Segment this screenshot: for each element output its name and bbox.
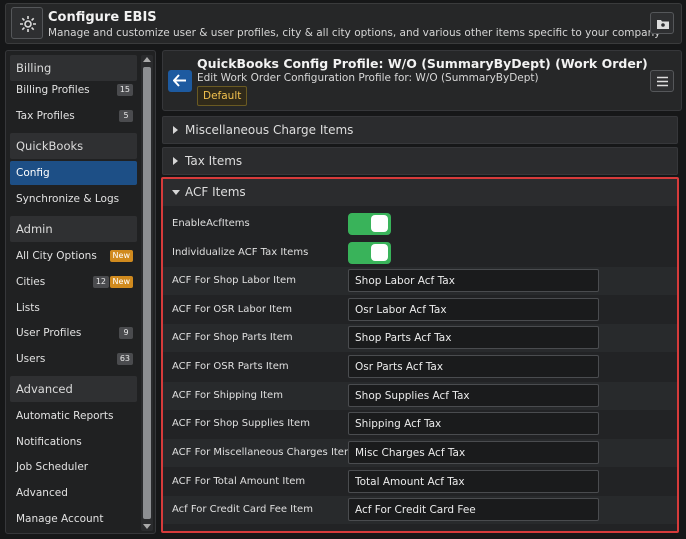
sidebar-item-manage-account[interactable]: Manage Account — [10, 507, 137, 531]
profile-header: QuickBooks Config Profile: W/O (SummaryB… — [162, 50, 682, 111]
form-row: ACF For Shipping Item — [163, 382, 677, 410]
form-row: ACF For OSR Labor Item — [163, 296, 677, 324]
form-row: Acf For Credit Card Fee Item — [163, 496, 677, 524]
form-row: Individualize ACF Tax Items — [163, 239, 677, 267]
acf-items-panel: ACF Items EnableAcfItems Individualize A… — [161, 177, 679, 533]
acf-osr-labor-input[interactable] — [348, 298, 599, 321]
acf-misc-charges-input[interactable] — [348, 441, 599, 464]
acf-shipping-input[interactable] — [348, 384, 599, 407]
form-row: ACF For OSR Parts Item — [163, 353, 677, 381]
acf-total-amount-input[interactable] — [348, 470, 599, 493]
form-row: ACF For Total Amount Item — [163, 468, 677, 496]
acf-shop-parts-input[interactable] — [348, 326, 599, 349]
page-title: Configure EBIS — [48, 10, 157, 25]
back-button[interactable] — [168, 70, 192, 92]
form-row: ACF For Shop Parts Item — [163, 324, 677, 352]
new-badge: New — [109, 250, 133, 262]
folder-search-icon — [657, 20, 669, 29]
individualize-acf-tax-toggle[interactable] — [348, 242, 391, 264]
page-subtitle: Manage and customize user & user profile… — [48, 27, 661, 39]
enable-acf-items-toggle[interactable] — [348, 213, 391, 235]
scroll-down-icon[interactable] — [143, 524, 151, 529]
count-badge: 12 — [92, 276, 109, 288]
acf-credit-card-fee-input[interactable] — [348, 498, 599, 521]
form-row: ACF For Shop Supplies Item — [163, 410, 677, 438]
scroll-thumb[interactable] — [143, 67, 151, 519]
sidebar-item-cities[interactable]: Cities 12 New — [10, 270, 137, 294]
form-row: ACF For Shop Labor Item — [163, 267, 677, 295]
arrow-left-icon — [173, 74, 186, 87]
gear-icon — [11, 7, 43, 39]
form-row: ACF For Miscellaneous Charges Item — [163, 439, 677, 467]
count-badge: 15 — [116, 84, 133, 96]
acf-osr-parts-input[interactable] — [348, 355, 599, 378]
sidebar: Billing Billing Profiles 15 Tax Profiles 5… — [5, 50, 156, 534]
acf-shop-supplies-input[interactable] — [348, 412, 599, 435]
scroll-up-icon[interactable] — [143, 57, 151, 62]
accordion-tax-items[interactable]: Tax Items — [162, 147, 678, 175]
sidebar-item-synchronize-logs[interactable]: Synchronize & Logs — [10, 187, 137, 211]
sidebar-scrollbar[interactable] — [141, 55, 153, 531]
profile-title: QuickBooks Config Profile: W/O (SummaryB… — [197, 56, 648, 71]
sidebar-section-admin: Admin — [10, 216, 137, 242]
sidebar-item-users[interactable]: Users 63 — [10, 347, 137, 371]
sidebar-item-job-scheduler[interactable]: Job Scheduler — [10, 455, 137, 479]
sidebar-item-lists[interactable]: Lists — [10, 296, 137, 320]
accordion-acf-items[interactable]: ACF Items — [163, 179, 677, 206]
sidebar-item-all-city-options[interactable]: All City Options New — [10, 244, 137, 268]
sidebar-item-advanced[interactable]: Advanced — [10, 481, 137, 505]
hamburger-icon — [657, 76, 668, 87]
count-badge: 5 — [119, 110, 133, 122]
sidebar-item-notifications[interactable]: Notifications — [10, 430, 137, 454]
caret-right-icon — [173, 126, 178, 134]
caret-down-icon — [172, 190, 180, 195]
sidebar-section-advanced: Advanced — [10, 376, 137, 402]
sidebar-item-billing-profiles[interactable]: Billing Profiles 15 — [10, 78, 137, 102]
accordion-misc-charge-items[interactable]: Miscellaneous Charge Items — [162, 116, 678, 144]
sidebar-section-quickbooks: QuickBooks — [10, 133, 137, 159]
toggle-knob — [371, 244, 388, 261]
count-badge: 63 — [116, 353, 133, 365]
sidebar-item-tax-profiles[interactable]: Tax Profiles 5 — [10, 104, 137, 128]
menu-button[interactable] — [650, 70, 674, 92]
caret-right-icon — [173, 157, 178, 165]
new-badge: New — [109, 276, 133, 288]
sidebar-item-automatic-reports[interactable]: Automatic Reports — [10, 404, 137, 428]
app-header: Configure EBIS Manage and customize user… — [5, 3, 682, 44]
folder-search-button[interactable] — [650, 12, 674, 34]
sidebar-item-config[interactable]: Config — [10, 161, 137, 185]
sidebar-item-user-profiles[interactable]: User Profiles 9 — [10, 321, 137, 345]
count-badge: 9 — [119, 327, 133, 339]
form-row: EnableAcfItems — [163, 210, 677, 238]
toggle-knob — [371, 215, 388, 232]
default-badge: Default — [197, 86, 248, 106]
acf-shop-labor-input[interactable] — [348, 269, 599, 292]
profile-subtitle: Edit Work Order Configuration Profile fo… — [197, 72, 539, 84]
